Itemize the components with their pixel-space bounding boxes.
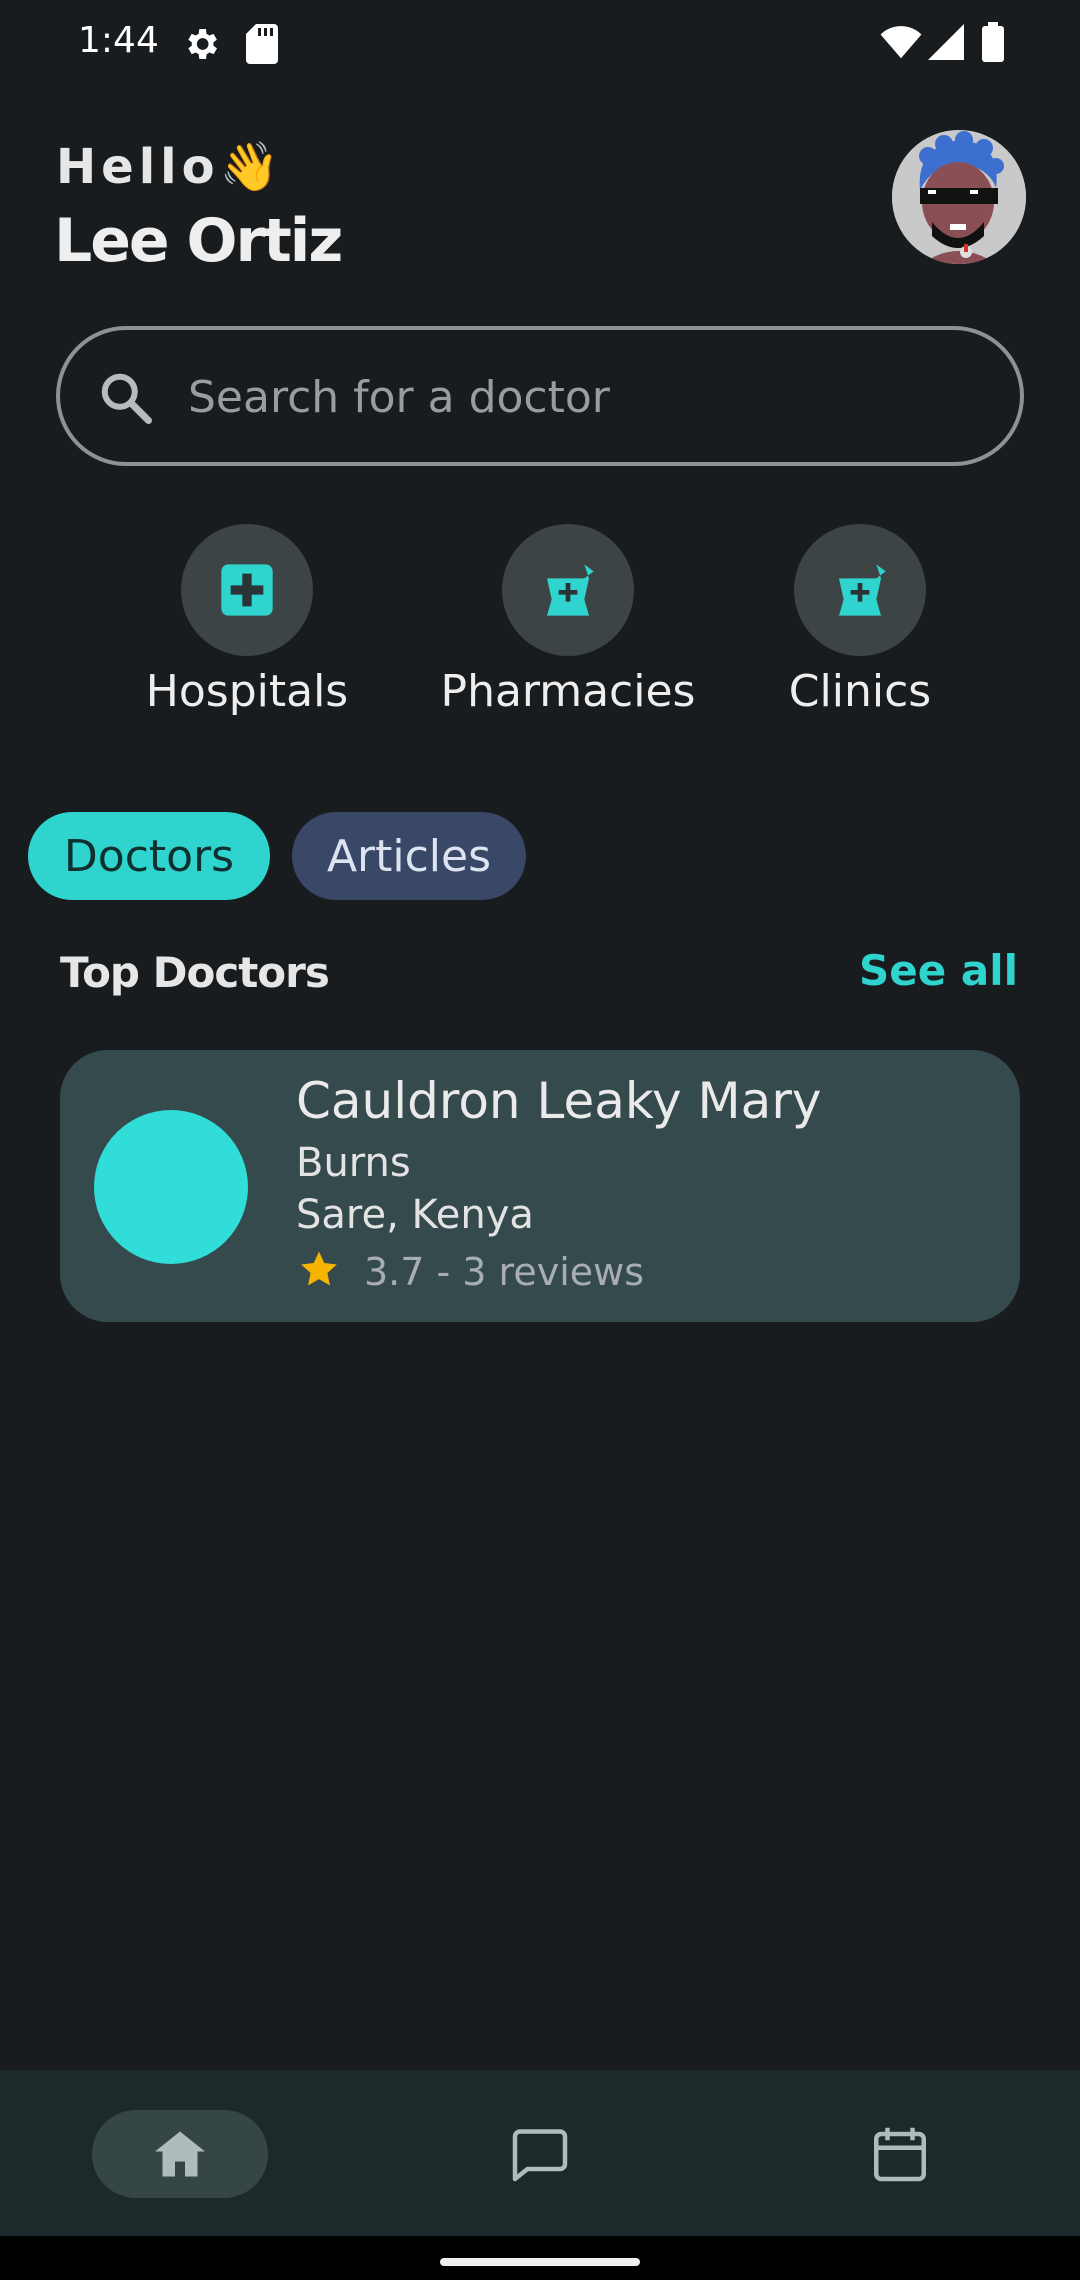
nav-chat[interactable] xyxy=(452,2110,628,2198)
cell-signal-icon xyxy=(928,24,964,60)
nav-calendar[interactable] xyxy=(812,2110,988,2198)
doctor-location: Sare, Kenya xyxy=(296,1192,534,1238)
mortar-pestle-icon xyxy=(839,564,886,616)
status-bar: 1:44 xyxy=(0,0,1080,90)
medical-cross-icon xyxy=(221,564,273,616)
tab-doctors[interactable]: Doctors xyxy=(28,812,270,900)
status-time: 1:44 xyxy=(78,20,159,61)
category-pharmacies[interactable]: Pharmacies xyxy=(428,524,708,717)
chat-icon xyxy=(512,2129,568,2182)
gear-icon xyxy=(188,29,217,59)
avatar[interactable] xyxy=(892,130,1026,264)
gesture-navigation-area xyxy=(0,2236,1080,2280)
battery-icon xyxy=(982,22,1004,62)
see-all-link[interactable]: See all xyxy=(859,946,1018,995)
wifi-icon xyxy=(880,26,922,59)
bottom-navigation xyxy=(0,2070,1080,2236)
section-title: Top Doctors xyxy=(60,948,330,997)
doctor-name: Cauldron Leaky Mary xyxy=(296,1072,822,1130)
search-input[interactable] xyxy=(188,360,968,434)
mortar-pestle-icon xyxy=(547,564,594,616)
doctor-specialty: Burns xyxy=(296,1140,411,1186)
doctor-avatar xyxy=(94,1110,248,1264)
category-hospitals[interactable]: Hospitals xyxy=(107,524,387,717)
user-avatar-illustration xyxy=(892,130,1026,264)
tab-articles[interactable]: Articles xyxy=(292,812,526,900)
calendar-icon xyxy=(874,2127,926,2182)
user-name: Lee Ortiz xyxy=(54,206,343,276)
category-clinics[interactable]: Clinics xyxy=(720,524,1000,717)
search-icon xyxy=(101,373,152,424)
category-label-pharmacies: Pharmacies xyxy=(440,666,696,717)
category-label-clinics: Clinics xyxy=(788,666,932,717)
category-label-hospitals: Hospitals xyxy=(145,666,349,717)
sd-card-icon xyxy=(246,24,278,64)
doctor-rating: 3.7 - 3 reviews xyxy=(364,1250,645,1294)
doctor-card[interactable]: Cauldron Leaky Mary Burns Sare, Kenya 3.… xyxy=(60,1050,1020,1322)
home-icon xyxy=(155,2131,205,2177)
search-bar[interactable] xyxy=(56,326,1024,466)
greeting-text: Hello👋 xyxy=(56,139,285,195)
star-icon xyxy=(301,1251,337,1286)
gesture-handle[interactable] xyxy=(440,2258,640,2266)
nav-home[interactable] xyxy=(92,2110,268,2198)
